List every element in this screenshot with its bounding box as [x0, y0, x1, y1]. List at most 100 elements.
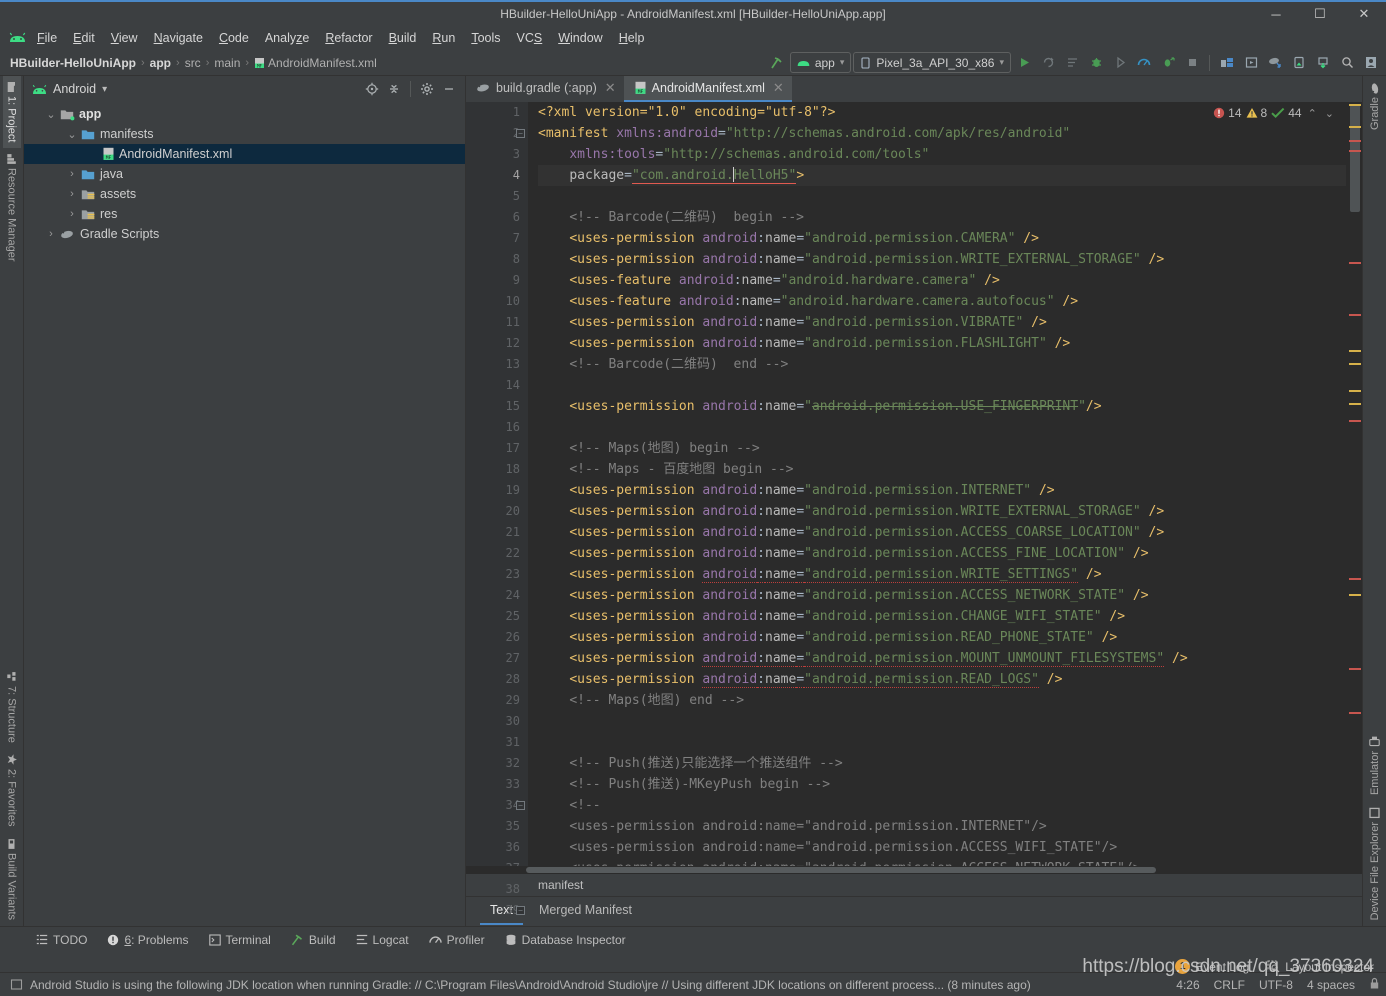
code-line[interactable]: <uses-permission android:name="android.p… [538, 564, 1346, 585]
line-number[interactable]: 15 [466, 396, 528, 417]
line-number[interactable]: 13 [466, 354, 528, 375]
code-line[interactable]: package="com.android.HelloH5"> [538, 165, 1346, 186]
error-stripe-scrollbar[interactable] [1346, 102, 1362, 866]
debug-icon[interactable] [1085, 52, 1107, 74]
code-line[interactable]: <uses-permission android:name="android.p… [538, 585, 1346, 606]
line-number[interactable]: 24 [466, 585, 528, 606]
tree-node-res[interactable]: › res [24, 204, 465, 224]
chevron-down-icon[interactable]: ▾ [102, 84, 107, 95]
code-line[interactable]: <uses-permission android:name="android.p… [538, 543, 1346, 564]
menu-item-analyze[interactable]: Analyze [257, 29, 317, 47]
code-line[interactable]: <uses-permission android:name="android.p… [538, 858, 1346, 866]
minimize-icon[interactable]: ─ [1254, 2, 1298, 26]
error-count-group[interactable]: 14 [1213, 106, 1242, 120]
collapse-all-icon[interactable] [384, 79, 404, 99]
tree-node-gradle-scripts[interactable]: › Gradle Scripts [24, 224, 465, 244]
code-line[interactable]: <!-- Maps(地图) end --> [538, 690, 1346, 711]
tree-node-app[interactable]: ⌄ app [24, 104, 465, 124]
line-number[interactable]: 4 [466, 165, 528, 186]
module-selector[interactable]: app ▾ [789, 52, 852, 73]
line-number[interactable]: 6 [466, 207, 528, 228]
error-stripe-mark[interactable] [1349, 390, 1361, 392]
menu-item-window[interactable]: Window [550, 29, 610, 47]
breadcrumb-item-2[interactable]: src [185, 56, 201, 70]
stop-icon[interactable] [1181, 52, 1203, 74]
editor-tab-build-gradle-app-[interactable]: build.gradle (:app) ✕ [466, 76, 624, 102]
code-line[interactable]: <uses-permission android:name="android.p… [538, 669, 1346, 690]
line-number[interactable]: 28 [466, 669, 528, 690]
search-everywhere-icon[interactable] [1336, 52, 1358, 74]
line-number[interactable]: 36 [466, 837, 528, 858]
code-line[interactable]: <!-- Maps(地图) begin --> [538, 438, 1346, 459]
profile-icon[interactable] [1133, 52, 1155, 74]
chevron-right-icon[interactable]: › [65, 188, 79, 200]
status-message[interactable]: Android Studio is using the following JD… [10, 978, 1031, 992]
tool-window-button-database-inspector[interactable]: Database Inspector [497, 930, 634, 950]
close-tab-icon[interactable]: ✕ [773, 80, 784, 96]
rail-button-7-structure[interactable]: 7: Structure [3, 666, 21, 749]
error-stripe-mark[interactable] [1349, 403, 1361, 405]
code-line[interactable] [538, 732, 1346, 753]
line-number[interactable]: 27 [466, 648, 528, 669]
code-line[interactable]: xmlns:tools="http://schemas.android.com/… [538, 144, 1346, 165]
line-number[interactable]: 14 [466, 375, 528, 396]
code-line[interactable]: <uses-permission android:name="android.p… [538, 627, 1346, 648]
line-separator[interactable]: CRLF [1214, 978, 1245, 992]
code-fold-icon[interactable]: − [516, 906, 525, 915]
lock-icon[interactable] [1369, 977, 1380, 993]
line-number[interactable]: 20 [466, 501, 528, 522]
line-number[interactable]: 22 [466, 543, 528, 564]
code-fold-icon[interactable]: − [516, 801, 525, 810]
code-line[interactable]: <uses-permission android:name="android.p… [538, 228, 1346, 249]
run-with-coverage-icon[interactable] [1109, 52, 1131, 74]
error-stripe-mark[interactable] [1349, 350, 1361, 352]
typo-count-group[interactable]: 44 [1271, 106, 1302, 120]
code-line[interactable]: <uses-permission android:name="android.p… [538, 312, 1346, 333]
rail-button-resource-manager[interactable]: Resource Manager [3, 148, 21, 268]
next-problem-icon[interactable]: ⌄ [1323, 107, 1336, 120]
line-number[interactable]: 33 [466, 774, 528, 795]
close-tab-icon[interactable]: ✕ [605, 80, 616, 96]
line-number[interactable]: 16 [466, 417, 528, 438]
indent-setting[interactable]: 4 spaces [1307, 978, 1355, 992]
code-line[interactable]: <manifest xmlns:android="http://schemas.… [538, 123, 1346, 144]
device-selector[interactable]: Pixel_3a_API_30_x86 ▾ [853, 52, 1011, 73]
inspection-widget[interactable]: 14 8 44 ⌃ ⌄ [1213, 106, 1336, 120]
code-line[interactable]: <!-- Push(推送)-MKeyPush begin --> [538, 774, 1346, 795]
code-line[interactable] [538, 186, 1346, 207]
line-number[interactable]: 10 [466, 291, 528, 312]
tree-node-assets[interactable]: › assets [24, 184, 465, 204]
editor-breadcrumb[interactable]: manifest [466, 874, 1362, 896]
error-stripe-mark[interactable] [1349, 126, 1361, 128]
horizontal-scrollbar-thumb[interactable] [526, 867, 1156, 873]
profile-avatar-icon[interactable] [1360, 52, 1382, 74]
menu-item-code[interactable]: Code [211, 29, 257, 47]
line-number[interactable]: 9 [466, 270, 528, 291]
code-line[interactable]: <uses-permission android:name="android.p… [538, 501, 1346, 522]
editor-tab-androidmanifest-xml[interactable]: MF AndroidManifest.xml ✕ [623, 76, 792, 102]
line-number[interactable]: 23 [466, 564, 528, 585]
error-stripe-mark[interactable] [1349, 668, 1361, 670]
attach-debugger-icon[interactable] [1157, 52, 1179, 74]
code-line[interactable]: <!-- Maps - 百度地图 begin --> [538, 459, 1346, 480]
menu-item-tools[interactable]: Tools [463, 29, 508, 47]
menu-item-file[interactable]: File [29, 29, 65, 47]
code-content[interactable]: <?xml version="1.0" encoding="utf-8"?> <m… [528, 102, 1346, 866]
edit-configurations-icon[interactable] [1061, 52, 1083, 74]
breadcrumb-item-1[interactable]: app [150, 56, 171, 70]
code-line[interactable]: <uses-permission android:name="android.p… [538, 480, 1346, 501]
menu-item-refactor[interactable]: Refactor [317, 29, 380, 47]
hide-panel-icon[interactable] [439, 79, 459, 99]
settings-gear-icon[interactable] [417, 79, 437, 99]
chevron-down-icon[interactable]: ⌄ [65, 128, 79, 141]
menu-item-edit[interactable]: Edit [65, 29, 103, 47]
apk-analyzer-icon[interactable] [1312, 52, 1334, 74]
code-editor[interactable]: 12−3456789101112131415161718192021222324… [466, 102, 1362, 917]
line-number[interactable]: 3 [466, 144, 528, 165]
code-line[interactable]: <uses-permission android:name="android.p… [538, 816, 1346, 837]
line-number[interactable]: 31 [466, 732, 528, 753]
chevron-right-icon[interactable]: › [65, 208, 79, 220]
error-stripe-mark[interactable] [1349, 104, 1361, 106]
code-line[interactable]: <!-- Barcode(二维码) end --> [538, 354, 1346, 375]
chevron-right-icon[interactable]: › [65, 168, 79, 180]
